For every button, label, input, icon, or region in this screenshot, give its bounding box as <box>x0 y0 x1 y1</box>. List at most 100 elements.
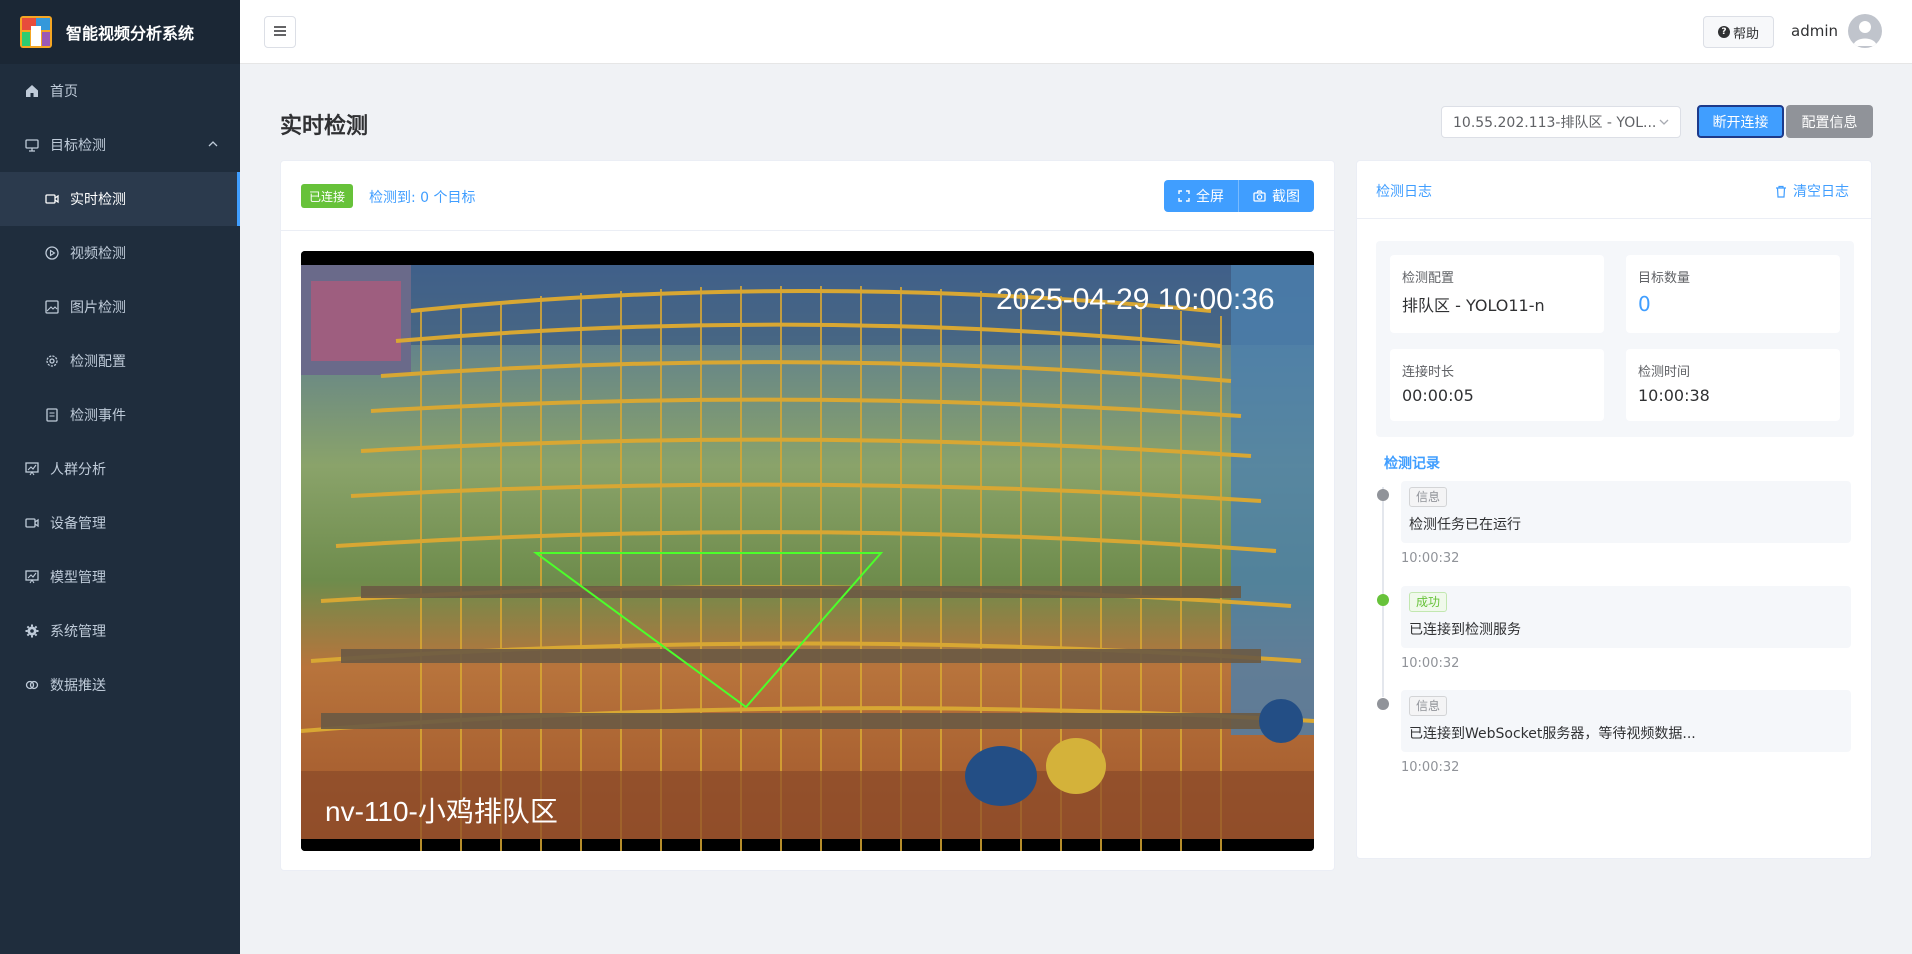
log-card: 检测日志 清空日志 检测配置 排队区 - YOLO11-n 目标数量 0 连接时… <box>1356 160 1872 859</box>
trash-icon <box>1775 185 1787 198</box>
sidebar: 智能视频分析系统 首页 目标检测 实时检测 视频检测 图片检测 检测配置 检测事… <box>0 0 240 954</box>
chevron-up-icon <box>208 137 218 153</box>
sidebar-item-model-management[interactable]: 模型管理 <box>0 550 240 604</box>
chevron-down-icon <box>1658 116 1670 132</box>
fullscreen-button[interactable]: 全屏 <box>1164 180 1239 212</box>
video-card-header: 已连接 检测到: 0 个目标 全屏 截图 <box>281 161 1334 231</box>
stat-label: 目标数量 <box>1638 271 1691 286</box>
sidebar-item-label: 首页 <box>50 84 78 100</box>
image-icon <box>44 299 60 315</box>
record-tag: 信息 <box>1409 696 1448 716</box>
log-card-header: 检测日志 清空日志 <box>1357 161 1871 219</box>
clear-log-label: 清空日志 <box>1793 184 1849 200</box>
video-frame: 2025-04-29 10:00:36 nv-110-小鸡排队区 <box>301 251 1314 851</box>
video-stream[interactable]: 2025-04-29 10:00:36 nv-110-小鸡排队区 <box>301 251 1314 851</box>
link-icon <box>24 677 40 693</box>
list-item: 信息 检测任务已在运行 10:00:32 <box>1377 481 1857 571</box>
timeline-dot <box>1377 594 1389 606</box>
sidebar-item-detection-config[interactable]: 检测配置 <box>0 334 240 388</box>
record-box: 成功 已连接到检测服务 <box>1401 586 1851 648</box>
record-box: 信息 已连接到WebSocket服务器，等待视频数据... <box>1401 690 1851 752</box>
device-select[interactable]: 10.55.202.113-排队区 - YOL... <box>1441 106 1681 138</box>
video-camera-icon <box>44 191 60 207</box>
timeline-dot <box>1377 698 1389 710</box>
config-info-button[interactable]: 配置信息 <box>1786 105 1873 138</box>
document-icon <box>44 407 60 423</box>
sidebar-item-video-detection[interactable]: 视频检测 <box>0 226 240 280</box>
fullscreen-label: 全屏 <box>1196 189 1224 205</box>
username: admin <box>1791 22 1838 40</box>
hamburger-icon <box>274 24 286 40</box>
list-item: 信息 已连接到WebSocket服务器，等待视频数据... 10:00:32 <box>1377 690 1857 780</box>
brand: 智能视频分析系统 <box>0 0 240 64</box>
sidebar-item-crowd-analysis[interactable]: 人群分析 <box>0 442 240 496</box>
sidebar-item-realtime-detection[interactable]: 实时检测 <box>0 172 240 226</box>
top-header: ? 帮助 admin <box>240 0 1912 64</box>
sidebar-item-device-management[interactable]: 设备管理 <box>0 496 240 550</box>
chart-icon <box>24 569 40 585</box>
app-logo <box>20 16 52 48</box>
record-message: 已连接到检测服务 <box>1409 622 1521 638</box>
record-message: 检测任务已在运行 <box>1409 517 1521 533</box>
sidebar-item-image-detection[interactable]: 图片检测 <box>0 280 240 334</box>
video-timestamp-overlay: 2025-04-29 10:00:36 <box>996 283 1275 316</box>
question-icon: ? <box>1717 26 1730 38</box>
disconnect-button[interactable]: 断开连接 <box>1697 105 1784 138</box>
stat-label: 连接时长 <box>1402 365 1455 380</box>
sidebar-item-label: 设备管理 <box>50 516 106 532</box>
status-badge: 已连接 <box>301 184 354 208</box>
avatar[interactable] <box>1848 14 1882 48</box>
sidebar-item-label: 视频检测 <box>70 246 126 262</box>
stat-config: 检测配置 排队区 - YOLO11-n <box>1390 255 1604 333</box>
sidebar-item-label: 实时检测 <box>70 192 126 208</box>
detection-count: 检测到: 0 个目标 <box>369 190 476 206</box>
user-menu[interactable]: admin <box>1791 14 1882 48</box>
gear-icon <box>24 623 40 639</box>
sidebar-item-system-management[interactable]: 系统管理 <box>0 604 240 658</box>
sidebar-item-data-push[interactable]: 数据推送 <box>0 658 240 712</box>
play-circle-icon <box>44 245 60 261</box>
camera-icon <box>24 515 40 531</box>
sidebar-item-label: 人群分析 <box>50 462 106 478</box>
stat-value: 0 <box>1638 292 1651 316</box>
home-icon <box>24 83 40 99</box>
camera-icon <box>1253 190 1266 202</box>
screenshot-button[interactable]: 截图 <box>1239 180 1314 212</box>
list-item: 成功 已连接到检测服务 10:00:32 <box>1377 586 1857 676</box>
record-message: 已连接到WebSocket服务器，等待视频数据... <box>1409 726 1696 742</box>
stat-label: 检测配置 <box>1402 271 1455 286</box>
chart-icon <box>24 461 40 477</box>
help-button[interactable]: ? 帮助 <box>1702 16 1774 48</box>
device-select-value: 10.55.202.113-排队区 - YOL... <box>1453 115 1657 131</box>
help-label: 帮助 <box>1732 26 1759 42</box>
stats-panel: 检测配置 排队区 - YOLO11-n 目标数量 0 连接时长 00:00:05… <box>1376 241 1854 437</box>
stat-target-count: 目标数量 0 <box>1626 255 1840 333</box>
gear-icon <box>44 353 60 369</box>
timeline-dot <box>1377 489 1389 501</box>
video-card: 已连接 检测到: 0 个目标 全屏 截图 2025-04-29 10:00:36… <box>280 160 1335 871</box>
records-title: 检测记录 <box>1384 456 1440 472</box>
video-camera-name-overlay: nv-110-小鸡排队区 <box>325 796 558 827</box>
sidebar-item-detection-events[interactable]: 检测事件 <box>0 388 240 442</box>
sidebar-item-label: 模型管理 <box>50 570 106 586</box>
screenshot-label: 截图 <box>1272 189 1300 205</box>
stat-detect-time: 检测时间 10:00:38 <box>1626 349 1840 421</box>
sidebar-item-label: 检测配置 <box>70 354 126 370</box>
sidebar-item-label: 检测事件 <box>70 408 126 424</box>
monitor-icon <box>24 137 40 153</box>
app-title: 智能视频分析系统 <box>66 24 195 43</box>
video-actions: 全屏 截图 <box>1164 180 1314 212</box>
sidebar-item-target-detection[interactable]: 目标检测 <box>0 118 240 172</box>
sidebar-item-label: 目标检测 <box>50 138 106 154</box>
stat-label: 检测时间 <box>1638 365 1691 380</box>
sidebar-item-home[interactable]: 首页 <box>0 64 240 118</box>
clear-log-button[interactable]: 清空日志 <box>1775 181 1849 201</box>
sidebar-item-label: 数据推送 <box>50 678 106 694</box>
sidebar-item-label: 系统管理 <box>50 624 106 640</box>
stat-value: 10:00:38 <box>1638 386 1710 405</box>
stat-value: 排队区 - YOLO11-n <box>1402 296 1545 315</box>
record-box: 信息 检测任务已在运行 <box>1401 481 1851 543</box>
sidebar-item-label: 图片检测 <box>70 300 126 316</box>
menu-toggle-button[interactable] <box>264 16 296 48</box>
stat-duration: 连接时长 00:00:05 <box>1390 349 1604 421</box>
